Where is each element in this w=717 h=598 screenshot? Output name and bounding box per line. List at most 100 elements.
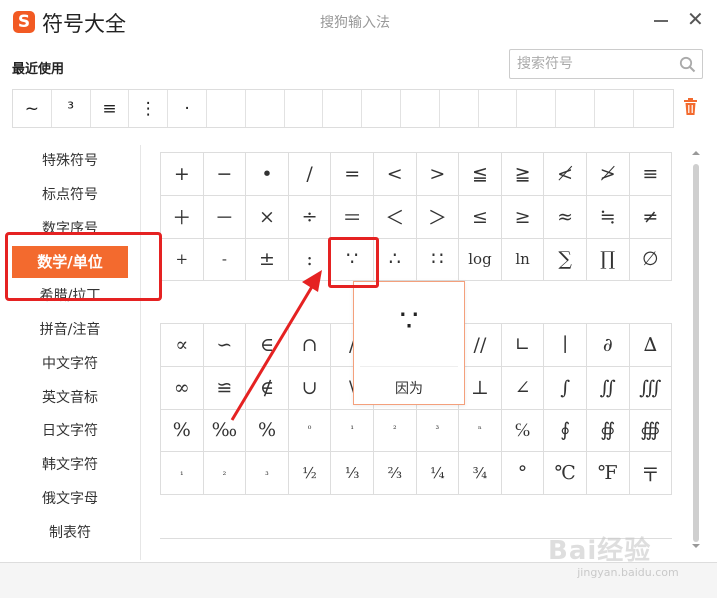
sidebar-item[interactable]: 数学/单位 bbox=[12, 246, 128, 279]
symbol-cell[interactable]: ÷ bbox=[288, 195, 332, 239]
symbol-cell[interactable]: ³ bbox=[416, 409, 460, 453]
scrollbar[interactable] bbox=[690, 147, 702, 555]
sidebar-item[interactable]: 希腊/拉丁 bbox=[12, 280, 128, 312]
recent-symbol-cell[interactable] bbox=[517, 90, 557, 127]
symbol-cell[interactable]: ≡ bbox=[629, 153, 673, 196]
recent-symbol-cell[interactable] bbox=[323, 90, 363, 127]
symbol-cell[interactable]: ₁ bbox=[161, 452, 204, 496]
recent-symbol-cell[interactable] bbox=[556, 90, 595, 127]
recent-symbol-cell[interactable] bbox=[401, 90, 440, 127]
symbol-cell[interactable]: • bbox=[246, 153, 289, 196]
symbol-cell[interactable]: ∝ bbox=[161, 324, 204, 367]
symbol-cell[interactable]: ＞ bbox=[416, 195, 460, 239]
recent-symbol-cell[interactable]: ≡ bbox=[91, 90, 130, 127]
recent-symbol-cell[interactable] bbox=[634, 90, 673, 127]
sidebar-item[interactable]: 俄文字母 bbox=[12, 483, 128, 515]
symbol-cell[interactable]: ∭ bbox=[629, 366, 673, 410]
symbol-cell[interactable]: ² bbox=[373, 409, 417, 453]
symbol-cell[interactable]: ∞ bbox=[161, 366, 204, 410]
symbol-cell[interactable]: ¼ bbox=[416, 452, 460, 496]
symbol-cell[interactable]: ∷ bbox=[416, 238, 460, 282]
symbol-cell[interactable]: ∫ bbox=[544, 366, 587, 410]
symbol-cell[interactable]: ∴ bbox=[373, 238, 417, 282]
symbol-cell[interactable]: ∟ bbox=[501, 324, 545, 367]
symbol-cell[interactable]: / bbox=[288, 153, 332, 196]
recent-symbol-cell[interactable] bbox=[440, 90, 479, 127]
symbol-cell[interactable]: ∣ bbox=[544, 324, 587, 367]
symbol-cell[interactable]: log bbox=[459, 238, 502, 282]
symbol-cell[interactable]: ∯ bbox=[586, 409, 630, 453]
search-input[interactable] bbox=[510, 50, 670, 78]
search-field[interactable] bbox=[509, 49, 703, 79]
symbol-cell[interactable]: ⅓ bbox=[331, 452, 374, 496]
sidebar-item[interactable]: 标点符号 bbox=[12, 179, 128, 211]
symbol-cell[interactable]: = bbox=[331, 153, 374, 196]
symbol-cell[interactable]: ℃ bbox=[544, 452, 587, 496]
sidebar-item[interactable]: 制表符 bbox=[12, 517, 128, 549]
symbol-cell[interactable]: ≥ bbox=[501, 195, 545, 239]
recent-symbol-cell[interactable] bbox=[362, 90, 401, 127]
symbol-cell[interactable]: ⅔ bbox=[373, 452, 417, 496]
symbol-cell[interactable]: ≯ bbox=[586, 153, 630, 196]
symbol-cell[interactable]: ⁰ bbox=[288, 409, 332, 453]
sidebar-item[interactable]: 特殊符号 bbox=[12, 145, 128, 177]
symbol-cell[interactable]: % bbox=[246, 409, 289, 453]
symbol-cell[interactable]: - bbox=[203, 238, 247, 282]
recent-symbol-cell[interactable]: ⋮ bbox=[129, 90, 169, 127]
symbol-cell[interactable]: ∂ bbox=[586, 324, 630, 367]
recent-symbol-cell[interactable]: ~ bbox=[13, 90, 52, 127]
symbol-cell[interactable]: ≠ bbox=[629, 195, 673, 239]
symbol-cell[interactable]: ∠ bbox=[501, 366, 545, 410]
symbol-cell[interactable]: + bbox=[161, 238, 204, 282]
recent-symbol-cell[interactable]: ³ bbox=[52, 90, 91, 127]
symbol-cell[interactable]: < bbox=[373, 153, 417, 196]
symbol-cell[interactable]: + bbox=[161, 153, 204, 196]
scroll-up-icon[interactable] bbox=[690, 147, 702, 159]
symbol-cell[interactable]: ＜ bbox=[373, 195, 417, 239]
sidebar-item[interactable]: 数字序号 bbox=[12, 213, 128, 245]
symbol-cell[interactable]: ∪ bbox=[288, 366, 332, 410]
symbol-cell[interactable]: ∩ bbox=[288, 324, 332, 367]
symbol-cell[interactable]: ≌ bbox=[203, 366, 247, 410]
sidebar-item[interactable]: 中文字符 bbox=[12, 348, 128, 380]
symbol-cell[interactable]: − bbox=[203, 153, 247, 196]
symbol-cell[interactable]: ＋ bbox=[161, 195, 204, 239]
symbol-cell[interactable]: ° bbox=[501, 452, 545, 496]
symbol-cell[interactable]: ≤ bbox=[459, 195, 502, 239]
symbol-cell[interactable]: ∆ bbox=[629, 324, 673, 367]
symbol-cell[interactable]: ¹ bbox=[331, 409, 374, 453]
symbol-cell[interactable]: ⁿ bbox=[459, 409, 502, 453]
recent-symbol-cell[interactable] bbox=[246, 90, 285, 127]
scroll-down-icon[interactable] bbox=[690, 540, 702, 552]
symbol-cell[interactable]: ∑ bbox=[544, 238, 587, 282]
symbol-cell[interactable]: : bbox=[288, 238, 332, 282]
symbol-cell[interactable]: ≦ bbox=[459, 153, 502, 196]
sidebar-item[interactable]: 日文字符 bbox=[12, 415, 128, 447]
close-icon[interactable]: ✕ bbox=[687, 8, 704, 30]
symbol-cell[interactable]: ln bbox=[501, 238, 545, 282]
recent-symbol-cell[interactable] bbox=[285, 90, 324, 127]
symbol-cell[interactable]: ∬ bbox=[586, 366, 630, 410]
symbol-cell[interactable]: ∅ bbox=[629, 238, 673, 282]
symbol-cell[interactable]: ℉ bbox=[586, 452, 630, 496]
symbol-cell[interactable]: ≮ bbox=[544, 153, 587, 196]
symbol-cell[interactable]: > bbox=[416, 153, 460, 196]
sidebar-item[interactable]: 韩文字符 bbox=[12, 449, 128, 481]
recent-symbol-cell[interactable]: · bbox=[168, 90, 207, 127]
symbol-cell[interactable]: 〒 bbox=[629, 452, 673, 496]
sidebar-item[interactable]: 拼音/注音 bbox=[12, 314, 128, 346]
symbol-cell[interactable]: ± bbox=[246, 238, 289, 282]
symbol-cell[interactable]: ∈ bbox=[246, 324, 289, 367]
sidebar-item[interactable]: 英文音标 bbox=[12, 382, 128, 414]
symbol-cell[interactable]: % bbox=[161, 409, 204, 453]
symbol-cell[interactable]: ₂ bbox=[203, 452, 247, 496]
symbol-cell[interactable]: ∵ bbox=[331, 238, 374, 282]
symbol-cell[interactable]: ⊥ bbox=[459, 366, 502, 410]
symbol-cell[interactable]: ≈ bbox=[544, 195, 587, 239]
symbol-cell[interactable]: ≧ bbox=[501, 153, 545, 196]
symbol-cell[interactable]: ∽ bbox=[203, 324, 247, 367]
search-icon[interactable] bbox=[679, 56, 696, 73]
symbol-cell[interactable]: ∏ bbox=[586, 238, 630, 282]
symbol-cell[interactable]: ½ bbox=[288, 452, 332, 496]
symbol-cell[interactable]: － bbox=[203, 195, 247, 239]
